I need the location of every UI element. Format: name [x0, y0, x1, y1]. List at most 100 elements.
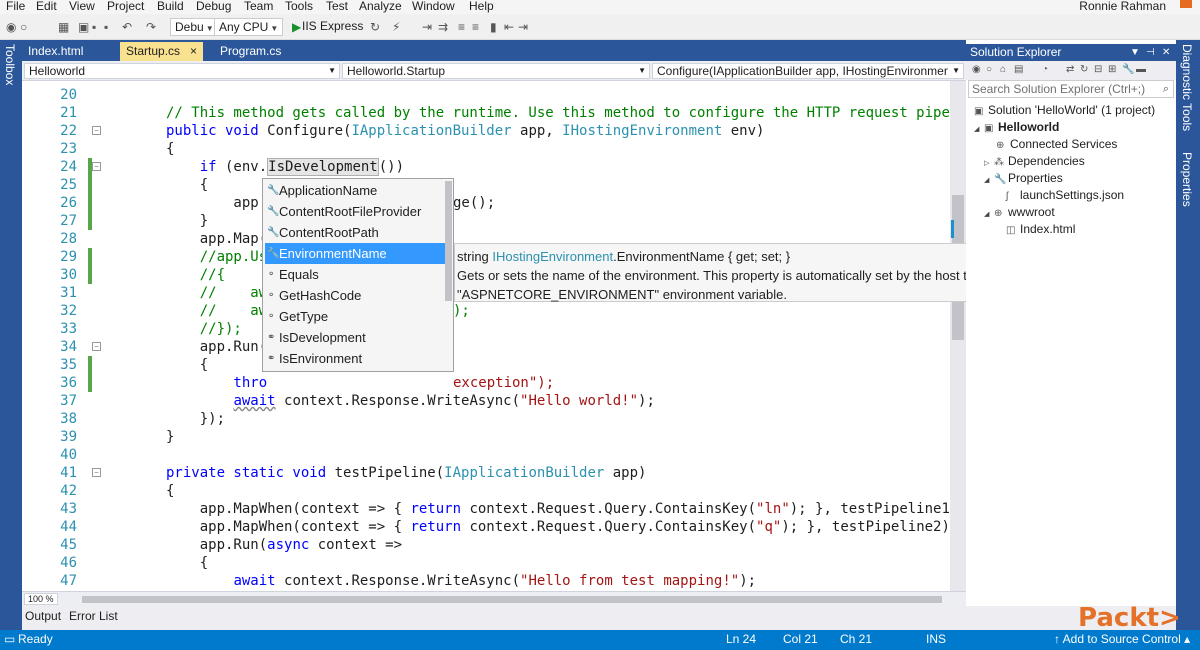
- class-dropdown[interactable]: Helloworld.Startup ▼: [342, 63, 650, 79]
- forward-icon[interactable]: ○: [986, 64, 992, 75]
- search-icon[interactable]: ⌕: [1163, 81, 1169, 97]
- menu-window[interactable]: Window: [412, 0, 455, 13]
- completion-item-selected[interactable]: 🔧 EnvironmentName: [265, 243, 445, 264]
- new-project-icon[interactable]: ▦: [58, 20, 69, 34]
- step-over-icon[interactable]: ⇉: [438, 20, 448, 34]
- preview-icon[interactable]: ▬: [1136, 64, 1146, 75]
- save-icon[interactable]: ▪: [92, 20, 96, 34]
- project-dropdown[interactable]: Helloworld ▼: [24, 63, 340, 79]
- completion-item[interactable]: ⚬ Equals: [265, 264, 445, 285]
- refresh-icon[interactable]: ↻: [1080, 64, 1088, 75]
- wrench-icon[interactable]: 🔧: [1122, 64, 1134, 75]
- switch-view-icon[interactable]: ▤: [1014, 64, 1023, 75]
- forward-icon[interactable]: ○: [20, 20, 27, 34]
- completion-item[interactable]: 🔧 ApplicationName: [265, 180, 445, 201]
- tree-item-solution[interactable]: ▣ Solution 'HelloWorld' (1 project): [974, 102, 1155, 119]
- platform-dropdown[interactable]: Any CPU ▼: [214, 18, 284, 36]
- redo-icon[interactable]: ↷: [146, 20, 156, 34]
- bookmark-next-icon[interactable]: ⇥: [518, 20, 528, 34]
- completion-item[interactable]: ⚭ IsDevelopment: [265, 327, 445, 348]
- tab-index-html[interactable]: Index.html: [22, 42, 89, 61]
- menu-file[interactable]: File: [6, 0, 25, 13]
- refresh-icon[interactable]: ↻: [370, 20, 380, 34]
- show-all-files-icon[interactable]: ⊞: [1108, 64, 1116, 75]
- configuration-dropdown[interactable]: Debu ▼: [170, 18, 219, 36]
- tab-error-list[interactable]: Error List: [69, 609, 118, 623]
- tab-program-cs[interactable]: Program.cs: [214, 42, 287, 61]
- expanded-icon[interactable]: ◢: [984, 172, 994, 189]
- outdent-icon[interactable]: ≡: [472, 20, 479, 34]
- bookmark-icon[interactable]: ▮: [490, 20, 497, 34]
- step-icon[interactable]: ⇥: [422, 20, 432, 34]
- tree-item-connected-services[interactable]: ⊕ Connected Services: [996, 136, 1117, 153]
- collapse-icon[interactable]: −: [92, 162, 101, 171]
- menu-view[interactable]: View: [69, 0, 95, 13]
- horizontal-scrollbar[interactable]: 100 %: [22, 591, 966, 606]
- sync-icon[interactable]: ⇄: [1066, 64, 1074, 75]
- collapse-all-icon[interactable]: ⊟: [1094, 64, 1102, 75]
- menu-project[interactable]: Project: [107, 0, 144, 13]
- browser-link-icon[interactable]: ⚡: [392, 20, 400, 34]
- completion-item[interactable]: 🔧 ContentRootPath: [265, 222, 445, 243]
- tree-item-index-html[interactable]: ◫ Index.html: [1006, 221, 1075, 238]
- undo-icon[interactable]: ↶: [122, 20, 132, 34]
- line-number: 46: [60, 555, 77, 571]
- back-icon[interactable]: ◉: [6, 20, 16, 34]
- completion-item[interactable]: ⚭ IsEnvironment: [265, 348, 445, 369]
- open-file-icon[interactable]: ▣: [78, 20, 89, 34]
- chevron-down-icon[interactable]: ▼: [1130, 44, 1140, 61]
- menu-test[interactable]: Test: [326, 0, 348, 13]
- code-text: // This method gets called by the runtim…: [166, 105, 950, 121]
- menu-help[interactable]: Help: [469, 0, 494, 13]
- user-name[interactable]: Ronnie Rahman: [1079, 0, 1166, 13]
- expanded-icon[interactable]: ◢: [974, 121, 984, 138]
- code-editor[interactable]: 20 21 // This method gets called by the r…: [22, 81, 950, 591]
- menu-edit[interactable]: Edit: [36, 0, 57, 13]
- menu-build[interactable]: Build: [157, 0, 184, 13]
- scrollbar-thumb[interactable]: [82, 596, 942, 603]
- menu-debug[interactable]: Debug: [196, 0, 231, 13]
- tooltip-text: string: [457, 249, 493, 264]
- toolbox-tab[interactable]: Toolbox: [3, 44, 17, 85]
- status-bar: ▭ Ready Ln 24 Col 21 Ch 21 INS ↑ Add to …: [0, 630, 1200, 650]
- properties-tab[interactable]: Properties: [1180, 152, 1194, 207]
- completion-item[interactable]: ⚬ GetType: [265, 306, 445, 327]
- pending-changes-icon[interactable]: ◔: [1042, 64, 1048, 75]
- line-number: 29: [60, 249, 77, 265]
- tree-item-project[interactable]: ◢ ▣ Helloworld: [974, 119, 1059, 136]
- completion-item[interactable]: ⚬ GetHashCode: [265, 285, 445, 306]
- run-target-label[interactable]: IIS Express: [302, 19, 363, 33]
- collapse-icon[interactable]: −: [92, 126, 101, 135]
- tree-item-launchsettings[interactable]: ʃ launchSettings.json: [1006, 187, 1124, 204]
- zoom-dropdown[interactable]: 100 %: [24, 593, 58, 605]
- solution-search-input[interactable]: Search Solution Explorer (Ctrl+;) ⌕: [968, 80, 1174, 98]
- tree-item-wwwroot[interactable]: ◢ ⊕ wwwroot: [984, 204, 1055, 221]
- menu-analyze[interactable]: Analyze: [359, 0, 402, 13]
- close-icon[interactable]: ×: [190, 44, 197, 58]
- code-text: app.MapWhen(context => { return context.…: [166, 501, 950, 517]
- tree-item-dependencies[interactable]: ▷ ⁂ Dependencies: [984, 153, 1085, 170]
- completion-item[interactable]: 🔧 ContentRootFileProvider: [265, 201, 445, 222]
- indent-icon[interactable]: ≡: [458, 20, 465, 34]
- scrollbar-thumb[interactable]: [445, 181, 452, 301]
- diagnostic-tools-tab[interactable]: Diagnostic Tools: [1180, 44, 1194, 131]
- tree-item-properties[interactable]: ◢ 🔧 Properties: [984, 170, 1063, 187]
- bookmark-prev-icon[interactable]: ⇤: [504, 20, 514, 34]
- save-all-icon[interactable]: ▪: [104, 20, 108, 34]
- pin-icon[interactable]: ⊣: [1146, 44, 1155, 61]
- add-to-source-control-button[interactable]: ↑ Add to Source Control ▴: [1054, 632, 1190, 646]
- home-icon[interactable]: ⌂: [1000, 64, 1006, 75]
- collapse-icon[interactable]: −: [92, 342, 101, 351]
- tab-startup-cs[interactable]: Startup.cs ×: [120, 42, 204, 61]
- expanded-icon[interactable]: ◢: [984, 206, 994, 223]
- back-icon[interactable]: ◉: [972, 64, 981, 75]
- menu-team[interactable]: Team: [244, 0, 273, 13]
- close-icon[interactable]: ✕: [1162, 44, 1170, 61]
- code-text: //});: [166, 321, 242, 337]
- collapse-icon[interactable]: −: [92, 468, 101, 477]
- avatar[interactable]: [1180, 0, 1192, 8]
- tab-output[interactable]: Output: [25, 609, 61, 623]
- menu-tools[interactable]: Tools: [285, 0, 313, 13]
- play-icon[interactable]: ▶: [292, 20, 301, 34]
- member-dropdown[interactable]: Configure(IApplicationBuilder app, IHost…: [652, 63, 964, 79]
